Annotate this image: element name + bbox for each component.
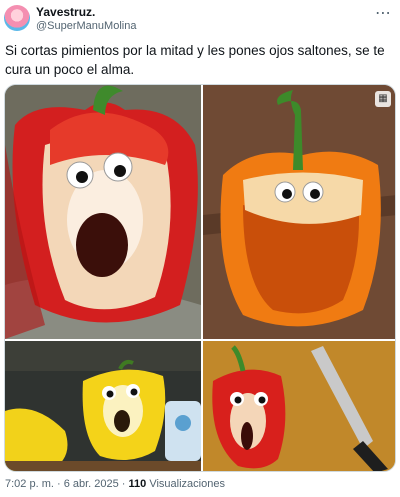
tweet-text: Si cortas pimientos por la mitad y les p… [5, 43, 385, 77]
timestamp[interactable]: 7:02 p. m. · 6 abr. 2025 · [5, 478, 129, 490]
media-image-small-red-pepper[interactable] [203, 341, 395, 471]
views-count: 110 [128, 478, 147, 490]
avatar[interactable] [4, 5, 30, 31]
tweet: Yavestruz. @SuperManuMolina ⋯ Si cortas … [0, 0, 400, 497]
views-label: Visualizaciones [146, 478, 225, 490]
tweet-meta: 7:02 p. m. · 6 abr. 2025 · 110 Visualiza… [5, 478, 225, 490]
author-name[interactable]: Yavestruz. [36, 5, 95, 19]
alt-badge-icon[interactable]: ▦ [375, 91, 391, 107]
more-icon[interactable]: ⋯ [375, 3, 392, 23]
media-image-yellow-pepper[interactable] [5, 341, 201, 471]
media-image-red-pepper[interactable] [5, 85, 201, 339]
media-image-orange-pepper[interactable]: ▦ [203, 85, 395, 339]
media-grid[interactable]: ▦ [4, 84, 396, 472]
author-handle[interactable]: @SuperManuMolina [36, 20, 136, 32]
